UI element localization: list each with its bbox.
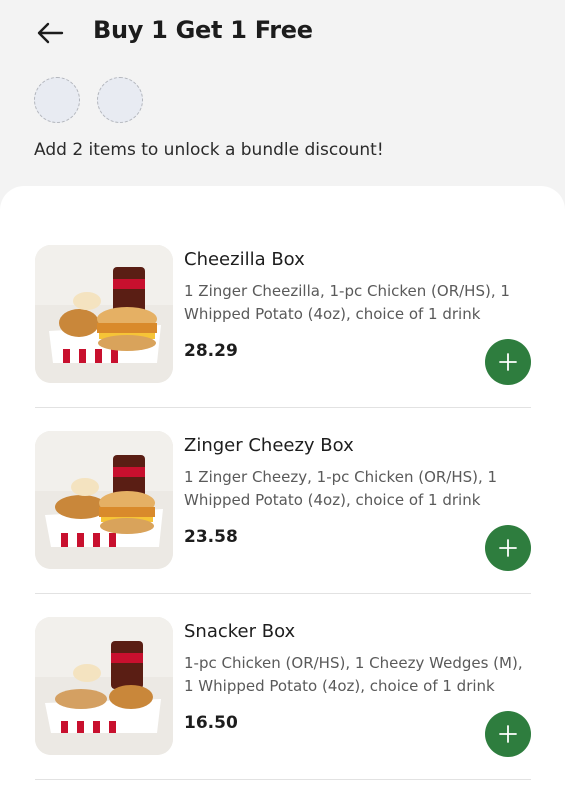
product-image: [35, 617, 173, 755]
product-list-sheet: Cheezilla Box 1 Zinger Cheezilla, 1-pc C…: [0, 186, 565, 800]
plus-icon: [499, 725, 517, 743]
product-name: Cheezilla Box: [184, 249, 305, 270]
bundle-hint: Add 2 items to unlock a bundle discount!: [34, 140, 384, 160]
back-button[interactable]: [34, 18, 66, 48]
product-image: [35, 245, 173, 383]
product-name: Snacker Box: [184, 621, 296, 642]
product-card-cheezilla-box[interactable]: Cheezilla Box 1 Zinger Cheezilla, 1-pc C…: [0, 245, 565, 432]
plus-icon: [499, 539, 517, 557]
product-price: 16.50: [184, 713, 238, 733]
bundle-slot-2: [97, 77, 143, 123]
add-item-button[interactable]: [485, 339, 531, 385]
plus-icon: [499, 353, 517, 371]
divider: [35, 779, 531, 780]
product-image: [35, 431, 173, 569]
add-item-button[interactable]: [485, 711, 531, 757]
bundle-slot-1: [34, 77, 80, 123]
top-bar: Buy 1 Get 1 Free Add 2 items to unlock a…: [0, 0, 565, 180]
product-price: 28.29: [184, 341, 238, 361]
product-description: 1 Zinger Cheezy, 1-pc Chicken (OR/HS), 1…: [184, 468, 498, 509]
product-card-snacker-box[interactable]: Snacker Box 1-pc Chicken (OR/HS), 1 Chee…: [0, 617, 565, 800]
arrow-left-icon: [37, 22, 64, 44]
product-description: 1-pc Chicken (OR/HS), 1 Cheezy Wedges (M…: [184, 654, 523, 695]
page-title: Buy 1 Get 1 Free: [93, 16, 313, 44]
product-description: 1 Zinger Cheezilla, 1-pc Chicken (OR/HS)…: [184, 282, 510, 323]
divider: [35, 407, 531, 408]
add-item-button[interactable]: [485, 525, 531, 571]
product-card-zinger-cheezy-box[interactable]: Zinger Cheezy Box 1 Zinger Cheezy, 1-pc …: [0, 431, 565, 618]
product-name: Zinger Cheezy Box: [184, 435, 354, 456]
divider: [35, 593, 531, 594]
product-price: 23.58: [184, 527, 238, 547]
